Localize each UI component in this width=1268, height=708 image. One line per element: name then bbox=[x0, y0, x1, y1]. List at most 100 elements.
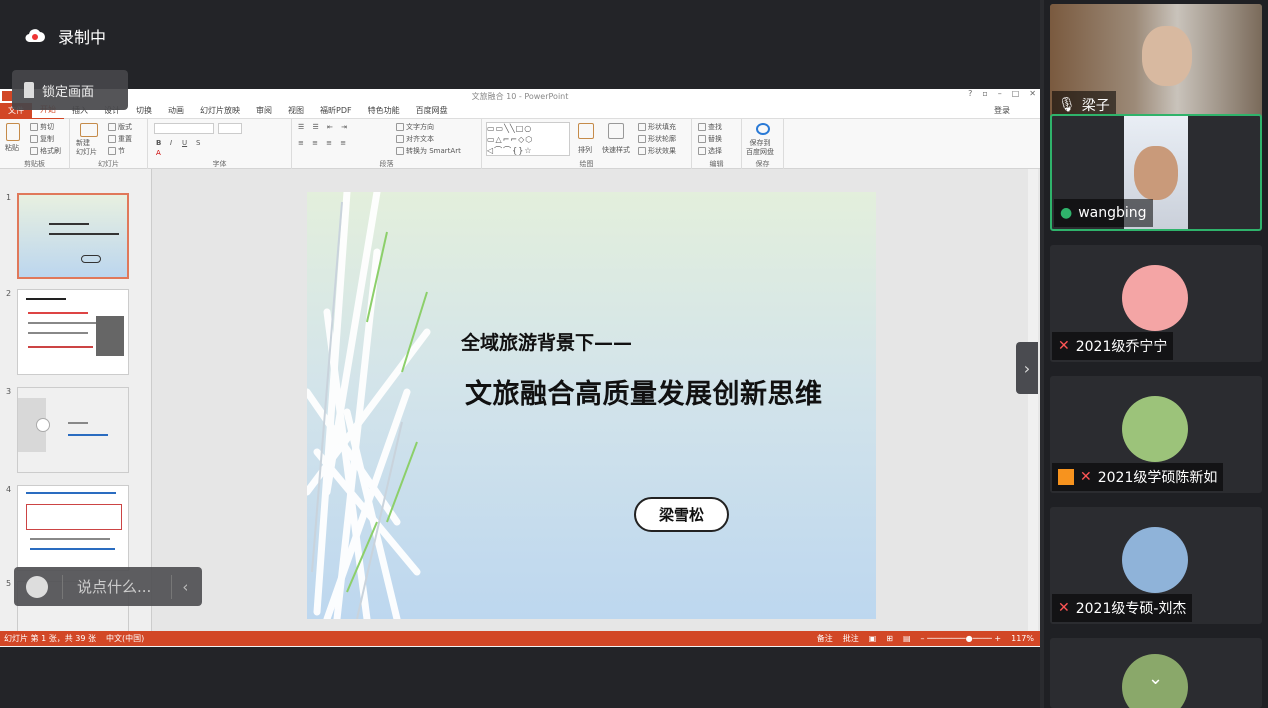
bold-button[interactable]: B bbox=[156, 139, 161, 147]
reading-view-icon[interactable]: ▤ bbox=[903, 634, 911, 643]
help-icon[interactable]: ? bbox=[968, 89, 972, 98]
participant-namebar: ✕ 2021级专硕-刘杰 bbox=[1052, 594, 1193, 622]
replace-button[interactable]: 替换 bbox=[698, 134, 722, 144]
smartart-button[interactable]: 转换为 SmartArt bbox=[396, 146, 461, 156]
group-drawing: ▭▭╲╲□○ ▭△⌐⌐◇⬡ ◁⌒⌒{}☆ 排列 快速样式 形状填充 形状轮廓 形状效… bbox=[482, 119, 692, 169]
close-icon[interactable]: ✕ bbox=[1029, 89, 1036, 98]
minimize-icon[interactable]: – bbox=[998, 89, 1002, 98]
list-buttons[interactable]: ☰ ☰ ⇤ ⇥ bbox=[298, 123, 350, 131]
font-size-input[interactable] bbox=[218, 123, 242, 134]
participants-panel: 🎙 梁子 ● wangbing ✕ 2021级乔宁宁 ✕ 2021级学硕陈新如 … bbox=[1044, 0, 1268, 708]
tab-baidu-pan[interactable]: 百度网盘 bbox=[408, 103, 456, 119]
slide-thumbnail-1[interactable] bbox=[17, 193, 129, 279]
chat-input-bar[interactable]: 说点什么... ‹ bbox=[14, 567, 202, 606]
ribbon-tabs: 文件 开始 插入 设计 切换 动画 幻灯片放映 审阅 视图 福昕PDF 特色功能… bbox=[0, 102, 1040, 120]
sorter-view-icon[interactable]: ⊞ bbox=[886, 634, 893, 643]
participant-name: 2021级乔宁宁 bbox=[1075, 339, 1168, 355]
align-buttons[interactable]: ≡ ≡ ≡ ≡ bbox=[298, 139, 349, 147]
cut-button[interactable]: 剪切 bbox=[30, 122, 54, 132]
restore-icon[interactable]: ▫ bbox=[982, 89, 987, 98]
format-painter-button[interactable]: 格式刷 bbox=[30, 146, 61, 156]
login-link[interactable]: 登录 bbox=[986, 103, 1018, 119]
tab-transitions[interactable]: 切换 bbox=[128, 103, 160, 119]
thumb-number: 1 bbox=[6, 193, 12, 202]
chevron-down-icon[interactable]: ⌄ bbox=[1148, 668, 1163, 689]
participant-tile-active[interactable]: ● wangbing bbox=[1050, 114, 1262, 231]
italic-button[interactable]: I bbox=[170, 139, 172, 147]
find-button[interactable]: 查找 bbox=[698, 122, 722, 132]
slide-info: 幻灯片 第 1 张，共 39 张 bbox=[4, 634, 96, 643]
tab-review[interactable]: 审阅 bbox=[248, 103, 280, 119]
participant-tile[interactable]: ✕ 2021级乔宁宁 bbox=[1050, 245, 1262, 362]
group-label: 段落 bbox=[379, 160, 394, 168]
current-slide[interactable]: 全域旅游背景下—— 文旅融合高质量发展创新思维 梁雪松 bbox=[307, 192, 876, 619]
copy-button[interactable]: 复制 bbox=[30, 134, 54, 144]
fill-icon bbox=[638, 123, 646, 131]
quick-styles-button[interactable]: 快速样式 bbox=[602, 145, 630, 155]
save-to-baidu-button[interactable]: 保存到 百度网盘 bbox=[746, 139, 774, 157]
participant-tile[interactable]: ✕ 2021级学硕陈新如 bbox=[1050, 376, 1262, 493]
smartart-icon bbox=[396, 147, 404, 155]
recording-indicator: 录制中 bbox=[24, 24, 106, 48]
font-color-button[interactable]: A bbox=[156, 149, 161, 157]
zoom-slider[interactable]: – ────────●──── + bbox=[921, 634, 1002, 643]
maximize-icon[interactable]: □ bbox=[1012, 89, 1020, 98]
shared-screen: 录制中 锁定画面 文旅融合 10 - PowerPoint ? ▫ – □ ✕ 文件 开… bbox=[0, 0, 1040, 708]
shape-effect-button[interactable]: 形状效果 bbox=[638, 146, 676, 156]
tab-view[interactable]: 视图 bbox=[280, 103, 312, 119]
notes-button[interactable]: 备注 bbox=[817, 633, 833, 644]
reset-button[interactable]: 重置 bbox=[108, 134, 132, 144]
shape-fill-button[interactable]: 形状填充 bbox=[638, 122, 676, 132]
layout-button[interactable]: 版式 bbox=[108, 122, 132, 132]
copy-icon bbox=[30, 135, 38, 143]
slide-title: 文旅融合高质量发展创新思维 bbox=[465, 379, 823, 410]
group-label: 幻灯片 bbox=[98, 160, 119, 168]
ribbon: 粘贴 剪切 复制 格式刷 剪贴板 新建 幻灯片 版式 重置 节 幻灯片 B I … bbox=[0, 119, 1040, 169]
select-button[interactable]: 选择 bbox=[698, 146, 722, 156]
section-button[interactable]: 节 bbox=[108, 146, 125, 156]
shape-outline-button[interactable]: 形状轮廓 bbox=[638, 134, 676, 144]
brush-icon bbox=[30, 147, 38, 155]
participant-tile[interactable]: ✕ 2021级专硕-刘杰 bbox=[1050, 507, 1262, 624]
thumb-number: 4 bbox=[6, 485, 12, 494]
tab-slideshow[interactable]: 幻灯片放映 bbox=[192, 103, 248, 119]
slide-thumbnail-3[interactable] bbox=[17, 387, 129, 473]
layout-icon bbox=[108, 123, 116, 131]
group-slides: 新建 幻灯片 版式 重置 节 幻灯片 bbox=[70, 119, 148, 169]
font-name-input[interactable] bbox=[154, 123, 214, 134]
collapse-panel-button[interactable]: › bbox=[1016, 342, 1038, 394]
mic-muted-icon: ✕ bbox=[1058, 600, 1070, 616]
comments-button[interactable]: 批注 bbox=[843, 633, 859, 644]
zoom-level: 117% bbox=[1011, 634, 1034, 643]
chevron-left-icon[interactable]: ‹ bbox=[182, 578, 188, 596]
group-label: 剪贴板 bbox=[24, 160, 45, 168]
underline-button[interactable]: U bbox=[182, 139, 187, 147]
slide-scrollbar[interactable] bbox=[1028, 169, 1038, 635]
tab-foxit-pdf[interactable]: 福昕PDF bbox=[312, 103, 360, 119]
text-direction-button[interactable]: 文字方向 bbox=[396, 122, 434, 132]
shadow-button[interactable]: S bbox=[196, 139, 200, 147]
tab-special[interactable]: 特色功能 bbox=[360, 103, 408, 119]
cloud-record-icon bbox=[25, 29, 45, 43]
tab-animations[interactable]: 动画 bbox=[160, 103, 192, 119]
effect-icon bbox=[638, 147, 646, 155]
new-slide-button[interactable]: 新建 幻灯片 bbox=[76, 139, 97, 157]
align-text-button[interactable]: 对齐文本 bbox=[396, 134, 434, 144]
mic-active-icon: ● bbox=[1060, 205, 1073, 221]
avatar bbox=[1122, 396, 1188, 462]
shapes-gallery[interactable]: ▭▭╲╲□○ ▭△⌐⌐◇⬡ ◁⌒⌒{}☆ bbox=[486, 122, 570, 156]
emoji-icon[interactable] bbox=[26, 575, 48, 598]
group-editing: 查找 替换 选择 编辑 bbox=[692, 119, 742, 169]
lock-screen-button[interactable]: 锁定画面 bbox=[12, 70, 128, 110]
slide-thumbnail-2[interactable] bbox=[17, 289, 129, 375]
slide-thumbnail-4[interactable] bbox=[17, 485, 129, 571]
arrange-button[interactable]: 排列 bbox=[578, 145, 592, 155]
paste-button[interactable]: 粘贴 bbox=[5, 143, 19, 153]
participant-tile[interactable]: 🎙 梁子 bbox=[1050, 4, 1262, 121]
arrange-icon bbox=[578, 123, 594, 139]
normal-view-icon[interactable]: ▣ bbox=[869, 634, 877, 643]
text-direction-icon bbox=[396, 123, 404, 131]
video-person bbox=[1142, 26, 1192, 86]
participant-name: 2021级专硕-刘杰 bbox=[1075, 601, 1187, 617]
scissors-icon bbox=[30, 123, 38, 131]
